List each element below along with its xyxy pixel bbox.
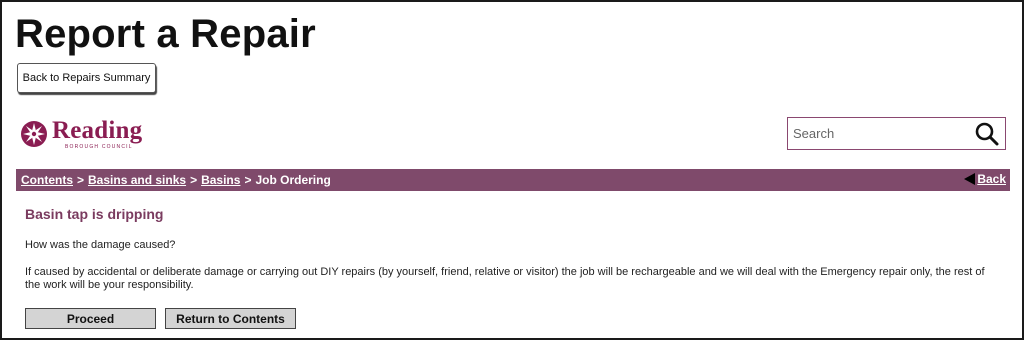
- logo-wordmark: Reading: [52, 117, 143, 144]
- back-link[interactable]: Back: [964, 172, 1006, 186]
- recharge-info-text: If caused by accidental or deliberate da…: [25, 266, 985, 291]
- back-link-label[interactable]: Back: [977, 172, 1006, 186]
- breadcrumb-separator: >: [190, 173, 198, 187]
- back-arrow-icon: [964, 173, 976, 185]
- page-title: Report a Repair: [15, 12, 316, 56]
- damage-question: How was the damage caused?: [25, 239, 176, 251]
- breadcrumb-separator: >: [244, 173, 252, 187]
- repair-heading: Basin tap is dripping: [25, 206, 164, 222]
- return-to-contents-button[interactable]: Return to Contents: [165, 308, 296, 329]
- search-icon[interactable]: [974, 121, 1000, 147]
- breadcrumb: Contents > Basins and sinks > Basins > J…: [16, 169, 1010, 191]
- search-input[interactable]: [788, 118, 974, 149]
- search-box: [787, 117, 1006, 150]
- page-frame: Report a Repair Back to Repairs Summary …: [0, 0, 1024, 340]
- council-crest-icon: [21, 121, 47, 147]
- council-logo[interactable]: Reading BOROUGH COUNCIL: [20, 117, 143, 151]
- breadcrumb-separator: >: [77, 173, 85, 187]
- breadcrumb-link-basins[interactable]: Basins: [201, 173, 240, 187]
- breadcrumb-link-contents[interactable]: Contents: [21, 173, 73, 187]
- logo-subtitle: BOROUGH COUNCIL: [65, 144, 133, 150]
- breadcrumb-link-basins-and-sinks[interactable]: Basins and sinks: [88, 173, 186, 187]
- breadcrumb-current: Job Ordering: [255, 173, 331, 187]
- proceed-button[interactable]: Proceed: [25, 308, 156, 329]
- back-to-repairs-summary-button[interactable]: Back to Repairs Summary: [17, 63, 156, 93]
